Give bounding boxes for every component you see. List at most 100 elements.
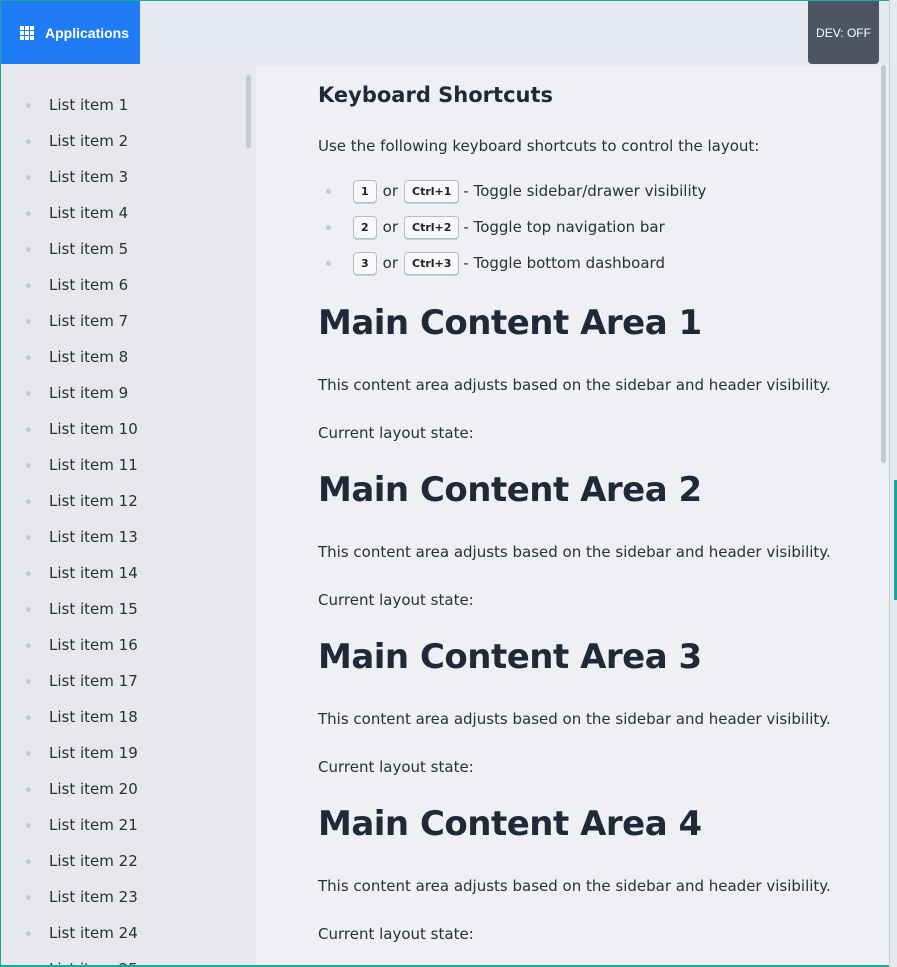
sidebar-list-item[interactable]: List item 10 xyxy=(1,411,256,447)
bullet-icon xyxy=(26,210,31,216)
section-title: Main Content Area 1 xyxy=(318,303,702,343)
content-section: Main Content Area 4 This content area adj… xyxy=(318,804,858,949)
content-section: Main Content Area 2 This content area adj… xyxy=(318,470,858,615)
sidebar-list-item[interactable]: List item 16 xyxy=(1,627,256,663)
app-window: Applications DEV: OFF List item 1 List it… xyxy=(1,1,889,965)
sidebar-list-item[interactable]: List item 13 xyxy=(1,519,256,555)
sidebar-list-item[interactable]: List item 17 xyxy=(1,663,256,699)
sidebar-item-label: List item 9 xyxy=(49,384,129,402)
sidebar-item-label: List item 23 xyxy=(49,888,138,906)
bullet-icon xyxy=(26,678,31,684)
bullet-icon xyxy=(26,174,31,180)
bullet-icon xyxy=(26,786,31,792)
sidebar-list-item[interactable]: List item 15 xyxy=(1,591,256,627)
window-edge xyxy=(889,0,897,967)
dev-toggle-button[interactable]: DEV: OFF xyxy=(808,1,879,64)
shortcut-item: 3 or Ctrl+3- Toggle bottom dashboard xyxy=(318,245,858,281)
bullet-icon xyxy=(26,534,31,540)
sidebar-list-item[interactable]: List item 14 xyxy=(1,555,256,591)
sidebar-item-label: List item 17 xyxy=(49,672,138,690)
sidebar-list-item[interactable]: List item 19 xyxy=(1,735,256,771)
sidebar-list-item[interactable]: List item 2 xyxy=(1,123,256,159)
shortcut-description: - Toggle sidebar/drawer visibility xyxy=(463,182,707,200)
shortcut-combo-key: Ctrl+3 xyxy=(404,251,460,275)
bullet-icon xyxy=(26,462,31,468)
shortcut-list: 1 or Ctrl+1- Toggle sidebar/drawer visibil… xyxy=(318,173,858,281)
sidebar-list-item[interactable]: List item 3 xyxy=(1,159,256,195)
sidebar-item-label: List item 19 xyxy=(49,744,138,762)
sidebar-scrollbar-thumb[interactable] xyxy=(246,75,251,148)
section-description: This content area adjusts based on the s… xyxy=(318,376,831,394)
sidebar-list-item[interactable]: List item 23 xyxy=(1,879,256,915)
sidebar-item-label: List item 10 xyxy=(49,420,138,438)
bullet-icon xyxy=(26,390,31,396)
bullet-icon xyxy=(26,138,31,144)
shortcuts-intro: Use the following keyboard shortcuts to … xyxy=(318,137,760,155)
sidebar-list-item[interactable]: List item 18 xyxy=(1,699,256,735)
applications-label: Applications xyxy=(45,24,130,41)
bullet-icon xyxy=(26,642,31,648)
section-description: This content area adjusts based on the s… xyxy=(318,543,831,561)
shortcut-key: 3 xyxy=(353,251,377,275)
shortcut-item: 2 or Ctrl+2- Toggle top navigation bar xyxy=(318,209,858,245)
sidebar-item-label: List item 11 xyxy=(49,456,138,474)
sidebar-list-item[interactable]: List item 6 xyxy=(1,267,256,303)
sidebar-list-item[interactable]: List item 11 xyxy=(1,447,256,483)
main-content: Keyboard Shortcuts Use the following key… xyxy=(256,65,889,965)
sidebar-item-label: List item 12 xyxy=(49,492,138,510)
sidebar-list-item[interactable]: List item 4 xyxy=(1,195,256,231)
sidebar-list-item[interactable]: List item 7 xyxy=(1,303,256,339)
sidebar-list-item[interactable]: List item 24 xyxy=(1,915,256,951)
sidebar-list-item[interactable]: List item 21 xyxy=(1,807,256,843)
sidebar-item-label: List item 1 xyxy=(49,96,129,114)
sidebar-item-label: List item 14 xyxy=(49,564,138,582)
sidebar-item-label: List item 13 xyxy=(49,528,138,546)
sidebar-item-label: List item 24 xyxy=(49,924,138,942)
sidebar-item-label: List item 8 xyxy=(49,348,129,366)
section-title: Main Content Area 3 xyxy=(318,637,702,677)
bullet-icon xyxy=(26,318,31,324)
sidebar-item-label: List item 4 xyxy=(49,204,129,222)
sidebar-list: List item 1 List item 2 List item 3 List it… xyxy=(1,65,256,965)
sidebar-list-item[interactable]: List item 20 xyxy=(1,771,256,807)
shortcut-description: - Toggle bottom dashboard xyxy=(463,254,665,272)
sidebar-list-item[interactable]: List item 1 xyxy=(1,87,256,123)
shortcut-combo-key: Ctrl+2 xyxy=(404,215,460,239)
sidebar-list-item[interactable]: List item 9 xyxy=(1,375,256,411)
sidebar-list-item[interactable]: List item 8 xyxy=(1,339,256,375)
bullet-icon xyxy=(26,102,31,108)
shortcut-item: 1 or Ctrl+1- Toggle sidebar/drawer visibil… xyxy=(318,173,858,209)
sidebar-list-item[interactable]: List item 12 xyxy=(1,483,256,519)
layout-state-label: Current layout state: xyxy=(318,925,474,943)
sidebar-drawer: List item 1 List item 2 List item 3 List it… xyxy=(1,65,256,965)
or-text: or xyxy=(382,218,399,236)
bullet-icon xyxy=(26,750,31,756)
main-scrollbar-thumb[interactable] xyxy=(881,65,886,463)
sidebar-item-label: List item 22 xyxy=(49,852,138,870)
sidebar-item-label: List item 20 xyxy=(49,780,138,798)
sidebar-item-label: List item 6 xyxy=(49,276,129,294)
or-text: or xyxy=(382,182,399,200)
sidebar-list-item[interactable]: List item 5 xyxy=(1,231,256,267)
shortcuts-heading: Keyboard Shortcuts xyxy=(318,83,553,107)
bullet-icon xyxy=(26,570,31,576)
layout-state-label: Current layout state: xyxy=(318,758,474,776)
bullet-icon xyxy=(26,858,31,864)
bullet-icon xyxy=(26,894,31,900)
bullet-icon xyxy=(26,606,31,612)
sidebar-item-label: List item 2 xyxy=(49,132,129,150)
bullet-icon xyxy=(26,426,31,432)
sidebar-list-item[interactable]: List item 25 xyxy=(1,951,256,965)
sidebar-list-item[interactable]: List item 22 xyxy=(1,843,256,879)
top-navigation-bar: Applications DEV: OFF xyxy=(1,1,889,65)
sidebar-item-label: List item 3 xyxy=(49,168,129,186)
sidebar-item-label: List item 18 xyxy=(49,708,138,726)
section-description: This content area adjusts based on the s… xyxy=(318,877,831,895)
applications-button[interactable]: Applications xyxy=(1,1,140,64)
bullet-icon xyxy=(26,498,31,504)
shortcut-key: 1 xyxy=(353,179,377,203)
bullet-icon xyxy=(26,354,31,360)
sidebar-item-label: List item 15 xyxy=(49,600,138,618)
sidebar-item-label: List item 21 xyxy=(49,816,138,834)
sidebar-item-label: List item 7 xyxy=(49,312,129,330)
